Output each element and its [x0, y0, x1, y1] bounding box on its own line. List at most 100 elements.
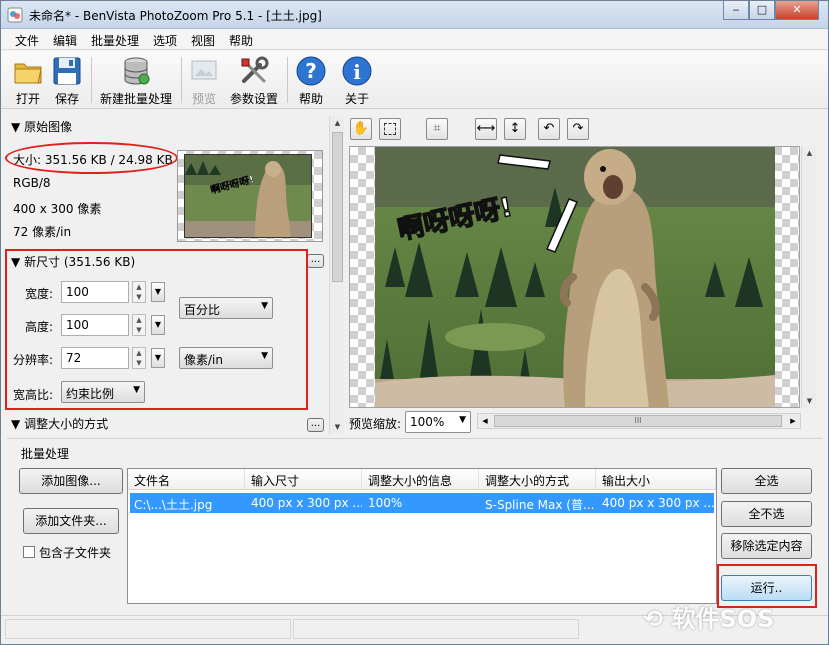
- flip-horizontal-button[interactable]: ⟷: [475, 118, 497, 140]
- column-header-filename[interactable]: 文件名: [128, 469, 245, 490]
- batch-header: 批量处理: [21, 447, 70, 461]
- scroll-up-icon[interactable]: ▲: [330, 116, 345, 130]
- close-button[interactable]: ✕: [775, 1, 819, 20]
- include-subfolders-checkbox[interactable]: [23, 546, 35, 558]
- preview-zoom-select[interactable]: 100% ▼: [405, 411, 471, 433]
- tools-icon: [241, 56, 269, 83]
- arrow-vertical-icon: ↕: [509, 121, 521, 136]
- left-panel-scrollbar[interactable]: ▲ ▼: [329, 116, 344, 434]
- toolbar-separator: [287, 57, 288, 103]
- status-pane: [293, 619, 579, 639]
- add-folder-button[interactable]: 添加文件夹...: [23, 508, 119, 534]
- crop-icon: ⌗: [433, 121, 441, 136]
- preview-canvas[interactable]: 啊呀呀呀!: [349, 146, 800, 408]
- watermark: ⟲ 软件SOS: [643, 605, 775, 633]
- menu-view[interactable]: 视图: [191, 32, 215, 49]
- toolbar-separator: [91, 57, 92, 103]
- flip-vertical-button[interactable]: ↕: [504, 118, 526, 140]
- help-icon: ?: [296, 56, 326, 86]
- cell-input-size: 400 px x 300 px ...: [251, 496, 362, 510]
- scroll-left-icon[interactable]: ◀: [478, 414, 492, 428]
- window-title: 未命名* - BenVista PhotoZoom Pro 5.1 - [土土.…: [29, 9, 322, 23]
- marquee-tool-button[interactable]: [379, 118, 401, 140]
- svg-text:?: ?: [305, 59, 317, 83]
- hand-tool-button[interactable]: ✋: [350, 118, 372, 140]
- folder-open-icon: [14, 63, 42, 84]
- svg-text:i: i: [353, 60, 361, 84]
- rotate-right-icon: ↷: [572, 121, 584, 136]
- original-image-header[interactable]: ▼ 原始图像: [11, 118, 72, 135]
- scroll-down-icon[interactable]: ▼: [330, 420, 345, 434]
- add-images-button[interactable]: 添加图像...: [19, 468, 123, 494]
- info-icon: i: [342, 56, 372, 86]
- column-header-output-size[interactable]: 输出大小: [596, 469, 716, 490]
- rotate-right-button[interactable]: ↷: [567, 118, 589, 140]
- cell-resize-method: S-Spline Max (普...: [485, 498, 595, 512]
- cell-resize-info: 100%: [368, 496, 403, 510]
- menu-batch[interactable]: 批量处理: [91, 32, 139, 49]
- preview-zoom-label: 预览缩放:: [349, 417, 402, 431]
- new-batch-button[interactable]: 新建批量处理: [97, 53, 175, 107]
- toolbar: 打开 保存 新建批量处理 预览 参数设置 ? 帮助 i 关于: [1, 51, 828, 109]
- rotate-left-button[interactable]: ↶: [538, 118, 560, 140]
- about-button[interactable]: i 关于: [339, 53, 375, 107]
- arrow-horizontal-icon: ⟷: [476, 121, 496, 136]
- column-header-resize-info[interactable]: 调整大小的信息: [362, 469, 479, 490]
- expand-arrow-icon: ▼: [11, 417, 21, 431]
- batch-divider: [7, 438, 822, 439]
- resize-method-header[interactable]: ▼ 调整大小的方式: [11, 415, 108, 432]
- title-bar: 未命名* - BenVista PhotoZoom Pro 5.1 - [土土.…: [1, 1, 828, 29]
- scroll-up-icon[interactable]: ▲: [802, 146, 817, 160]
- scroll-thumb[interactable]: [332, 132, 343, 282]
- preview-vertical-scrollbar[interactable]: ▲ ▼: [801, 146, 816, 408]
- hand-icon: ✋: [352, 121, 370, 136]
- size-highlight-ellipse: [5, 142, 178, 174]
- resize-method-more-button[interactable]: ...: [307, 418, 324, 432]
- cell-filename: C:\...\土土.jpg: [134, 498, 213, 512]
- chevron-down-icon: ▼: [459, 415, 466, 425]
- maximize-button[interactable]: □: [749, 1, 775, 20]
- status-pane: [5, 619, 291, 639]
- scroll-down-icon[interactable]: ▼: [802, 394, 817, 408]
- toolbar-separator: [181, 57, 182, 103]
- new-size-highlight-box: [5, 249, 308, 410]
- rotate-left-icon: ↶: [543, 121, 555, 136]
- include-subfolders-label[interactable]: 包含子文件夹: [39, 544, 111, 561]
- marmot-preview-image: 啊呀呀呀!: [375, 147, 775, 407]
- original-thumbnail[interactable]: 啊呀呀呀!: [177, 150, 323, 242]
- menu-file[interactable]: 文件: [15, 32, 39, 49]
- app-icon: [7, 7, 23, 23]
- preview-button[interactable]: 预览: [185, 53, 223, 107]
- select-none-button[interactable]: 全不选: [721, 501, 812, 527]
- menu-edit[interactable]: 编辑: [53, 32, 77, 49]
- select-all-button[interactable]: 全选: [721, 468, 812, 494]
- menu-help[interactable]: 帮助: [229, 32, 253, 49]
- watermark-logo-icon: ⟲: [643, 605, 664, 633]
- minimize-button[interactable]: ‒: [723, 1, 749, 20]
- scroll-right-icon[interactable]: ▶: [786, 414, 800, 428]
- marmot-thumbnail-image: 啊呀呀呀!: [185, 155, 311, 237]
- remove-selected-button[interactable]: 移除选定内容: [721, 533, 812, 559]
- column-header-input-size[interactable]: 输入尺寸: [245, 469, 362, 490]
- cell-output-size: 400 px x 300 px ...: [602, 496, 714, 510]
- collapse-arrow-icon: ▼: [11, 120, 21, 134]
- column-header-resize-method[interactable]: 调整大小的方式: [479, 469, 596, 490]
- database-icon: [124, 57, 150, 85]
- thumbnail-more-button[interactable]: ...: [307, 254, 324, 268]
- crop-tool-button[interactable]: ⌗: [426, 118, 448, 140]
- preview-horizontal-scrollbar[interactable]: ◀ III ▶: [477, 413, 801, 429]
- menu-bar: 文件 编辑 批量处理 选项 视图 帮助: [1, 29, 828, 50]
- menu-options[interactable]: 选项: [153, 32, 177, 49]
- original-mode: RGB/8: [13, 176, 51, 190]
- thumbnail-viewport-frame: 啊呀呀呀!: [184, 154, 312, 238]
- save-button[interactable]: 保存: [49, 53, 85, 107]
- settings-button[interactable]: 参数设置: [225, 53, 283, 107]
- help-button[interactable]: ? 帮助: [293, 53, 329, 107]
- scroll-thumb[interactable]: III: [494, 415, 782, 427]
- app-window: 未命名* - BenVista PhotoZoom Pro 5.1 - [土土.…: [0, 0, 829, 645]
- floppy-disk-icon: [53, 57, 81, 85]
- open-button[interactable]: 打开: [7, 53, 49, 107]
- original-resolution: 72 像素/in: [13, 225, 72, 239]
- preview-icon: [191, 60, 217, 80]
- original-dimensions: 400 x 300 像素: [13, 202, 102, 216]
